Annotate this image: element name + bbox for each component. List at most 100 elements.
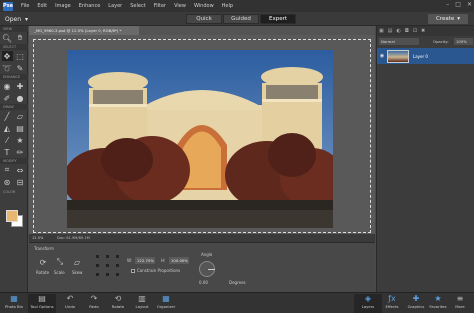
menu-filter[interactable]: Filter xyxy=(150,3,170,9)
more-button[interactable]: ≡ More xyxy=(446,294,474,313)
photoshop-elements-window: Pse File Edit Image Enhance Layer Select… xyxy=(0,0,474,313)
graphics-icon: ✚ xyxy=(412,294,420,303)
gradient-tool-icon[interactable]: ▤ xyxy=(15,123,26,133)
scale-transform-icon[interactable]: ⤡ xyxy=(54,256,66,268)
undo-icon: ↶ xyxy=(66,294,74,303)
tool-options-button[interactable]: ▤ Tool Options xyxy=(28,294,56,313)
layers-panel: ▣ ▤ ◐ ◘ ⊡ ✖ Normal Opacity: 100% ◉ Layer… xyxy=(376,26,474,292)
menu-select[interactable]: Select xyxy=(126,3,149,9)
shape-tool-icon[interactable]: ★ xyxy=(15,135,26,145)
marquee-tool-icon[interactable]: ⬚ xyxy=(15,51,26,61)
constrain-proportions-checkbox[interactable] xyxy=(131,269,135,273)
paint-bucket-icon[interactable]: ◭ xyxy=(2,123,13,133)
menu-image[interactable]: Image xyxy=(51,3,75,9)
new-layer-icon[interactable]: ▣ xyxy=(379,28,384,34)
layout-icon: ▥ xyxy=(138,294,146,303)
layer-thumbnail xyxy=(387,49,409,63)
toolbox: VIEW 🔍︎ ✋︎ SELECT ✥ ⬚ ➰ ✎ ENHANCE ◉ ✚ ✐ … xyxy=(0,26,28,292)
eye-tool-icon[interactable]: ◉ xyxy=(2,81,13,91)
degrees-label: Degrees xyxy=(229,280,246,285)
sponge-tool-icon[interactable]: ● xyxy=(15,93,26,103)
adjustment-layer-icon[interactable]: ◐ xyxy=(396,28,400,34)
rotate-icon: ⟲ xyxy=(114,294,122,303)
section-color-label: COLOR xyxy=(3,190,16,194)
reference-point-locator[interactable] xyxy=(95,254,121,278)
angle-label: Angle xyxy=(201,252,213,257)
visibility-eye-icon[interactable]: ◉ xyxy=(377,53,387,59)
quick-selection-tool-icon[interactable]: ✎ xyxy=(15,63,26,73)
opacity-field[interactable]: 100% xyxy=(454,38,473,45)
straighten-tool-icon[interactable]: ⊟ xyxy=(15,177,26,187)
doc-size-info: Doc: 61.9M/89.1M xyxy=(57,236,90,240)
menu-file[interactable]: File xyxy=(17,3,33,9)
app-logo-icon: Pse xyxy=(3,1,13,11)
smart-brush-icon[interactable]: ✐ xyxy=(2,93,13,103)
menu-window[interactable]: Window xyxy=(190,3,218,9)
window-controls: – □ ✕ xyxy=(446,1,472,8)
tab-expert[interactable]: Expert xyxy=(260,14,296,24)
organizer-icon: ▦ xyxy=(162,294,170,303)
rotate-label: Rotate xyxy=(36,270,50,275)
crop-tool-icon[interactable]: ⌗ xyxy=(2,165,13,175)
menu-help[interactable]: Help xyxy=(218,3,237,9)
photo-bin-icon: ▦ xyxy=(10,294,18,303)
menu-layer[interactable]: Layer xyxy=(104,3,126,9)
angle-value[interactable]: 0.00 xyxy=(199,280,208,285)
menu-enhance[interactable]: Enhance xyxy=(75,3,105,9)
organizer-button[interactable]: ▦ Organizer xyxy=(152,294,180,313)
recompose-tool-icon[interactable]: ⇔ xyxy=(15,165,26,175)
layer-name: Layer 0 xyxy=(413,53,428,59)
eraser-tool-icon[interactable]: ▱ xyxy=(15,111,26,121)
document-tab[interactable]: _MG_9960-3.psd @ 12.5% (Layer 0, RGB/8*)… xyxy=(29,26,139,35)
photo-bin-button[interactable]: ▦ Photo Bin xyxy=(0,294,28,313)
tool-options-panel: Transform ⟳ Rotate ⤡ Scale ▱ Skew W: 122… xyxy=(29,242,375,292)
spot-healing-icon[interactable]: ✚ xyxy=(15,81,26,91)
angle-dial[interactable] xyxy=(199,261,215,277)
brush-tool-icon[interactable]: ╱ xyxy=(2,111,13,121)
layer-row[interactable]: ◉ Layer 0 xyxy=(377,48,474,64)
mask-icon[interactable]: ◘ xyxy=(405,28,409,34)
layers-icon: ◈ xyxy=(364,294,372,303)
pencil-tool-icon[interactable]: ✏︎ xyxy=(15,147,26,157)
constrain-proportions-label: Constrain Proportions xyxy=(137,268,181,273)
tab-guided[interactable]: Guided xyxy=(223,14,259,24)
open-label: Open xyxy=(5,15,22,23)
mode-tabs: Quick Guided Expert xyxy=(186,14,297,24)
create-button[interactable]: Create ▾ xyxy=(428,14,468,24)
type-tool-icon[interactable]: T xyxy=(2,147,13,157)
width-label: W: xyxy=(127,258,133,263)
zoom-level[interactable]: 12.5% xyxy=(29,236,53,240)
menu-view[interactable]: View xyxy=(170,3,190,9)
move-tool-icon[interactable]: ✥ xyxy=(1,51,13,61)
height-field[interactable]: 100.00% xyxy=(169,257,189,264)
maximize-icon[interactable]: □ xyxy=(455,1,461,8)
hand-tool-icon[interactable]: ✋︎ xyxy=(15,33,26,43)
height-label: H: xyxy=(161,258,166,263)
new-group-icon[interactable]: ▤ xyxy=(388,28,393,34)
mode-bar: Open ▾ Quick Guided Expert Create ▾ xyxy=(0,12,474,26)
lock-icon[interactable]: ⊡ xyxy=(413,28,417,34)
lasso-tool-icon[interactable]: ➰ xyxy=(2,63,13,73)
open-button[interactable]: Open ▾ xyxy=(3,14,41,24)
bottom-taskbar: ▦ Photo Bin ▤ Tool Options ↶ Undo ↷ Redo… xyxy=(0,292,474,313)
width-field[interactable]: 122.70% xyxy=(135,257,155,264)
close-icon[interactable]: ✕ xyxy=(467,1,472,8)
layer-controls: ▣ ▤ ◐ ◘ ⊡ ✖ xyxy=(377,26,474,36)
tool-options-icon: ▤ xyxy=(38,294,46,303)
rotate-transform-icon[interactable]: ⟳ xyxy=(37,256,49,268)
skew-label: Skew xyxy=(72,270,83,275)
foreground-color-swatch[interactable] xyxy=(6,210,18,222)
zoom-tool-icon[interactable]: 🔍︎ xyxy=(2,33,13,43)
scale-label: Scale xyxy=(54,270,65,275)
menu-edit[interactable]: Edit xyxy=(33,3,51,9)
skew-transform-icon[interactable]: ▱ xyxy=(71,256,83,268)
content-aware-move-icon[interactable]: ⊛ xyxy=(2,177,13,187)
blend-mode-select[interactable]: Normal xyxy=(379,38,419,45)
document-area: _MG_9960-3.psd @ 12.5% (Layer 0, RGB/8*)… xyxy=(29,26,375,242)
tab-quick[interactable]: Quick xyxy=(186,14,222,24)
color-picker-icon[interactable]: ⁄ xyxy=(2,135,13,145)
minimize-icon[interactable]: – xyxy=(446,1,449,8)
photo-image xyxy=(67,50,333,228)
chevron-down-icon: ▾ xyxy=(25,15,29,23)
delete-layer-icon[interactable]: ✖ xyxy=(421,28,425,34)
